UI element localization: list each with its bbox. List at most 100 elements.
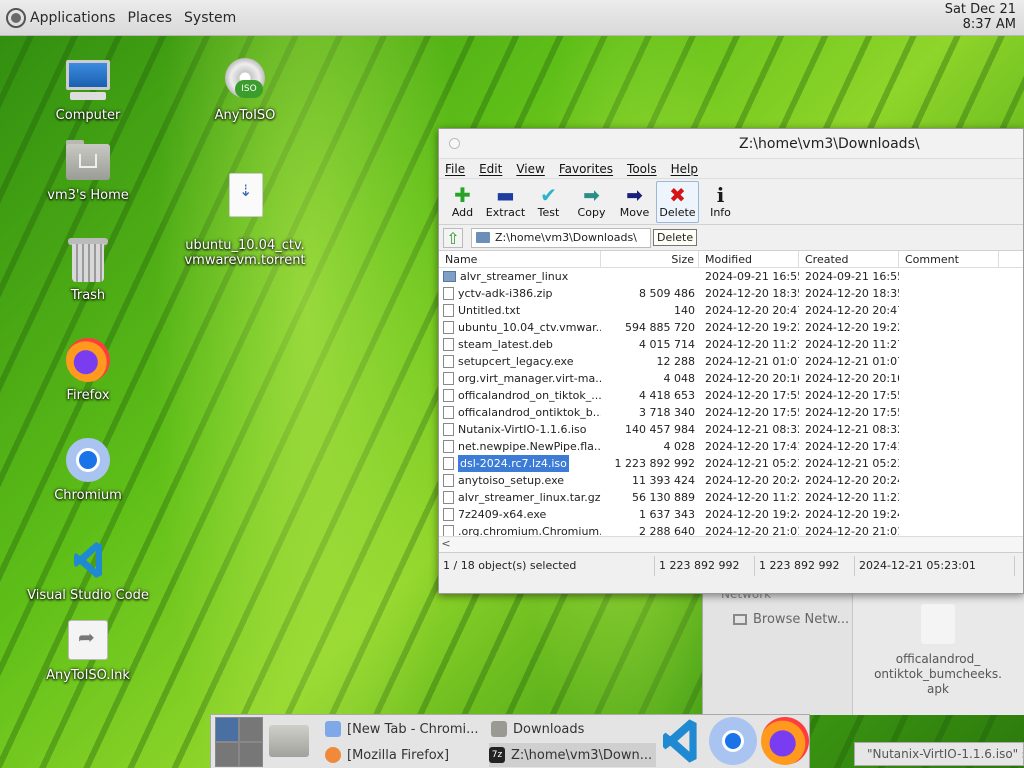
task-label: [New Tab - Chromi... (347, 721, 479, 737)
file-row[interactable]: org.virt_manager.virt-ma... 4 048 2024-12-… (439, 370, 1023, 387)
vscode-launcher-icon[interactable] (657, 717, 705, 765)
file-row[interactable]: setupcert_legacy.exe 12 288 2024-12-21 01:… (439, 353, 1023, 370)
workspace-1[interactable] (215, 717, 239, 742)
desktop-icon-firefox[interactable]: Firefox (23, 336, 153, 403)
info-icon: i (716, 183, 725, 207)
file-row[interactable]: anytoiso_setup.exe 11 393 424 2024-12-20 2… (439, 472, 1023, 489)
desktop-icon-anytoiso[interactable]: ISO AnyToISO (180, 56, 310, 123)
firefox-launcher-icon[interactable] (761, 717, 809, 765)
window-titlebar[interactable]: Z:\home\vm3\Downloads\ (439, 129, 1023, 159)
workspace-4[interactable] (239, 742, 263, 767)
file-row[interactable]: alvr_streamer_linux.tar.gz 56 130 889 2024… (439, 489, 1023, 506)
file-row[interactable]: Nutanix-VirtIO-1.1.6.iso 140 457 984 2024-… (439, 421, 1023, 438)
applications-menu[interactable]: Applications (30, 10, 116, 26)
scroll-left-arrow-icon[interactable]: < (439, 537, 453, 551)
column-modified[interactable]: Modified (699, 251, 799, 267)
file-name-cell: 7z2409-x64.exe (439, 506, 601, 523)
task-firefox[interactable]: [Mozilla Firefox] (325, 743, 449, 767)
menu-edit[interactable]: Edit (479, 162, 502, 176)
task-7zip[interactable]: 7z Z:\home\vm3\Down... (489, 743, 657, 767)
menu-help[interactable]: Help (671, 162, 698, 176)
file-name: alvr_streamer_linux.tar.gz (458, 491, 601, 504)
move-arrow-icon: ➡ (626, 183, 643, 207)
apk-file-item[interactable]: officalandrod_ ontiktok_bumcheeks. apk (863, 604, 1013, 697)
file-name-cell: steam_latest.deb (439, 336, 601, 353)
column-created[interactable]: Created (799, 251, 899, 267)
browse-network-item[interactable]: Browse Netw... (733, 612, 849, 627)
file-name-cell: setupcert_legacy.exe (439, 353, 601, 370)
file-row[interactable]: net.newpipe.NewPipe.fla... 4 028 2024-12-2… (439, 438, 1023, 455)
delete-button[interactable]: ✖ Delete (656, 181, 699, 223)
workspace-switcher[interactable] (215, 717, 263, 767)
chromium-launcher-icon[interactable] (709, 717, 757, 765)
horizontal-scrollbar[interactable]: < (439, 536, 1023, 552)
file-row[interactable]: steam_latest.deb 4 015 714 2024-12-20 11:2… (439, 336, 1023, 353)
file-row[interactable]: officalandrod_on_tiktok_... 4 418 653 2024… (439, 387, 1023, 404)
file-name: Untitled.txt (458, 304, 521, 317)
files-launcher[interactable] (267, 719, 311, 763)
file-modified: 2024-12-20 20:24 (705, 474, 799, 487)
file-row[interactable]: 7z2409-x64.exe 1 637 343 2024-12-20 19:24 2… (439, 506, 1023, 523)
task-chromium[interactable]: [New Tab - Chromi... (325, 717, 479, 741)
test-button[interactable]: ✔ Test (527, 181, 570, 223)
status-size: 1 223 892 992 (655, 556, 755, 576)
up-folder-button[interactable]: ⇧ (443, 227, 463, 248)
window-menu-icon[interactable] (449, 138, 460, 149)
info-button[interactable]: i Info (699, 181, 742, 223)
desktop-icon-chromium[interactable]: Chromium (23, 436, 153, 503)
distro-logo-icon[interactable] (6, 7, 26, 28)
desktop-icon-torrent[interactable]: ⇣ ubuntu_10.04_ctv. vmwarevm.torrent (180, 156, 310, 283)
file-size: 3 718 340 (639, 406, 695, 419)
column-comment[interactable]: Comment (899, 251, 999, 267)
menu-file[interactable]: File (445, 162, 465, 176)
file-list[interactable]: Name Size Modified Created Comment alvr_… (439, 251, 1023, 553)
places-menu[interactable]: Places (128, 10, 173, 26)
add-button[interactable]: ✚ Add (441, 181, 484, 223)
menu-tools[interactable]: Tools (627, 162, 657, 176)
file-size: 11 393 424 (632, 474, 695, 487)
iso-disc-icon: ISO (221, 56, 269, 104)
desktop-icon-computer[interactable]: Computer (23, 56, 153, 123)
folder-small-icon (491, 721, 507, 737)
file-row[interactable]: ubuntu_10.04_ctv.vmwar... 594 885 720 2024… (439, 319, 1023, 336)
file-row[interactable]: yctv-adk-i386.zip 8 509 486 2024-12-20 18:… (439, 285, 1023, 302)
workspace-2[interactable] (239, 717, 263, 742)
path-bar: ⇧ Z:\home\vm3\Downloads\ Delete (439, 225, 1023, 251)
folder-launcher-icon (269, 725, 309, 757)
menu-view[interactable]: View (516, 162, 544, 176)
file-row[interactable]: alvr_streamer_linux 2024-09-21 16:55 2024-… (439, 268, 1023, 285)
file-name: ubuntu_10.04_ctv.vmwar... (458, 321, 601, 334)
file-size: 4 418 653 (639, 389, 695, 402)
file-row[interactable]: Untitled.txt 140 2024-12-20 20:47 2024-12-2… (439, 302, 1023, 319)
move-button[interactable]: ➡ Move (613, 181, 656, 223)
desktop-icon-label: ubuntu_10.04_ctv. vmwarevm.torrent (184, 238, 306, 268)
folder-icon (443, 271, 456, 282)
desktop-icon-label: Firefox (66, 388, 110, 403)
column-size[interactable]: Size (601, 251, 699, 267)
file-modified: 2024-12-20 17:55 (705, 406, 799, 419)
menu-bar: File Edit View Favorites Tools Help (439, 159, 1023, 179)
copy-button[interactable]: ➡ Copy (570, 181, 613, 223)
file-created: 2024-09-21 16:55 (805, 270, 899, 283)
file-row[interactable]: officalandrod_ontiktok_b... 3 718 340 2024… (439, 404, 1023, 421)
desktop-icon-vscode[interactable]: Visual Studio Code (23, 536, 153, 603)
chromium-small-icon (325, 721, 341, 737)
file-row[interactable]: dsl-2024.rc7.lz4.iso 1 223 892 992 2024-12… (439, 455, 1023, 472)
menu-favorites[interactable]: Favorites (559, 162, 613, 176)
folder-icon (476, 232, 490, 243)
file-name-cell: officalandrod_on_tiktok_... (439, 387, 601, 404)
desktop-icon-home[interactable]: vm3's Home (23, 136, 153, 203)
task-downloads[interactable]: Downloads (491, 717, 584, 741)
extract-button[interactable]: ▬ Extract (484, 181, 527, 223)
system-menu[interactable]: System (184, 10, 236, 26)
file-icon (443, 389, 454, 402)
file-created: 2024-12-20 18:35 (805, 287, 899, 300)
workspace-3[interactable] (215, 742, 239, 767)
file-icon (443, 287, 454, 300)
column-name[interactable]: Name (439, 251, 601, 267)
desktop-icon-anytoiso-lnk[interactable]: ➦ AnyToISO.lnk (23, 616, 153, 683)
path-combobox[interactable]: Z:\home\vm3\Downloads\ (471, 227, 651, 248)
clock[interactable]: Sat Dec 21 8:37 AM (945, 2, 1016, 32)
desktop-icon-trash[interactable]: Trash (23, 236, 153, 303)
computer-icon (64, 56, 112, 104)
